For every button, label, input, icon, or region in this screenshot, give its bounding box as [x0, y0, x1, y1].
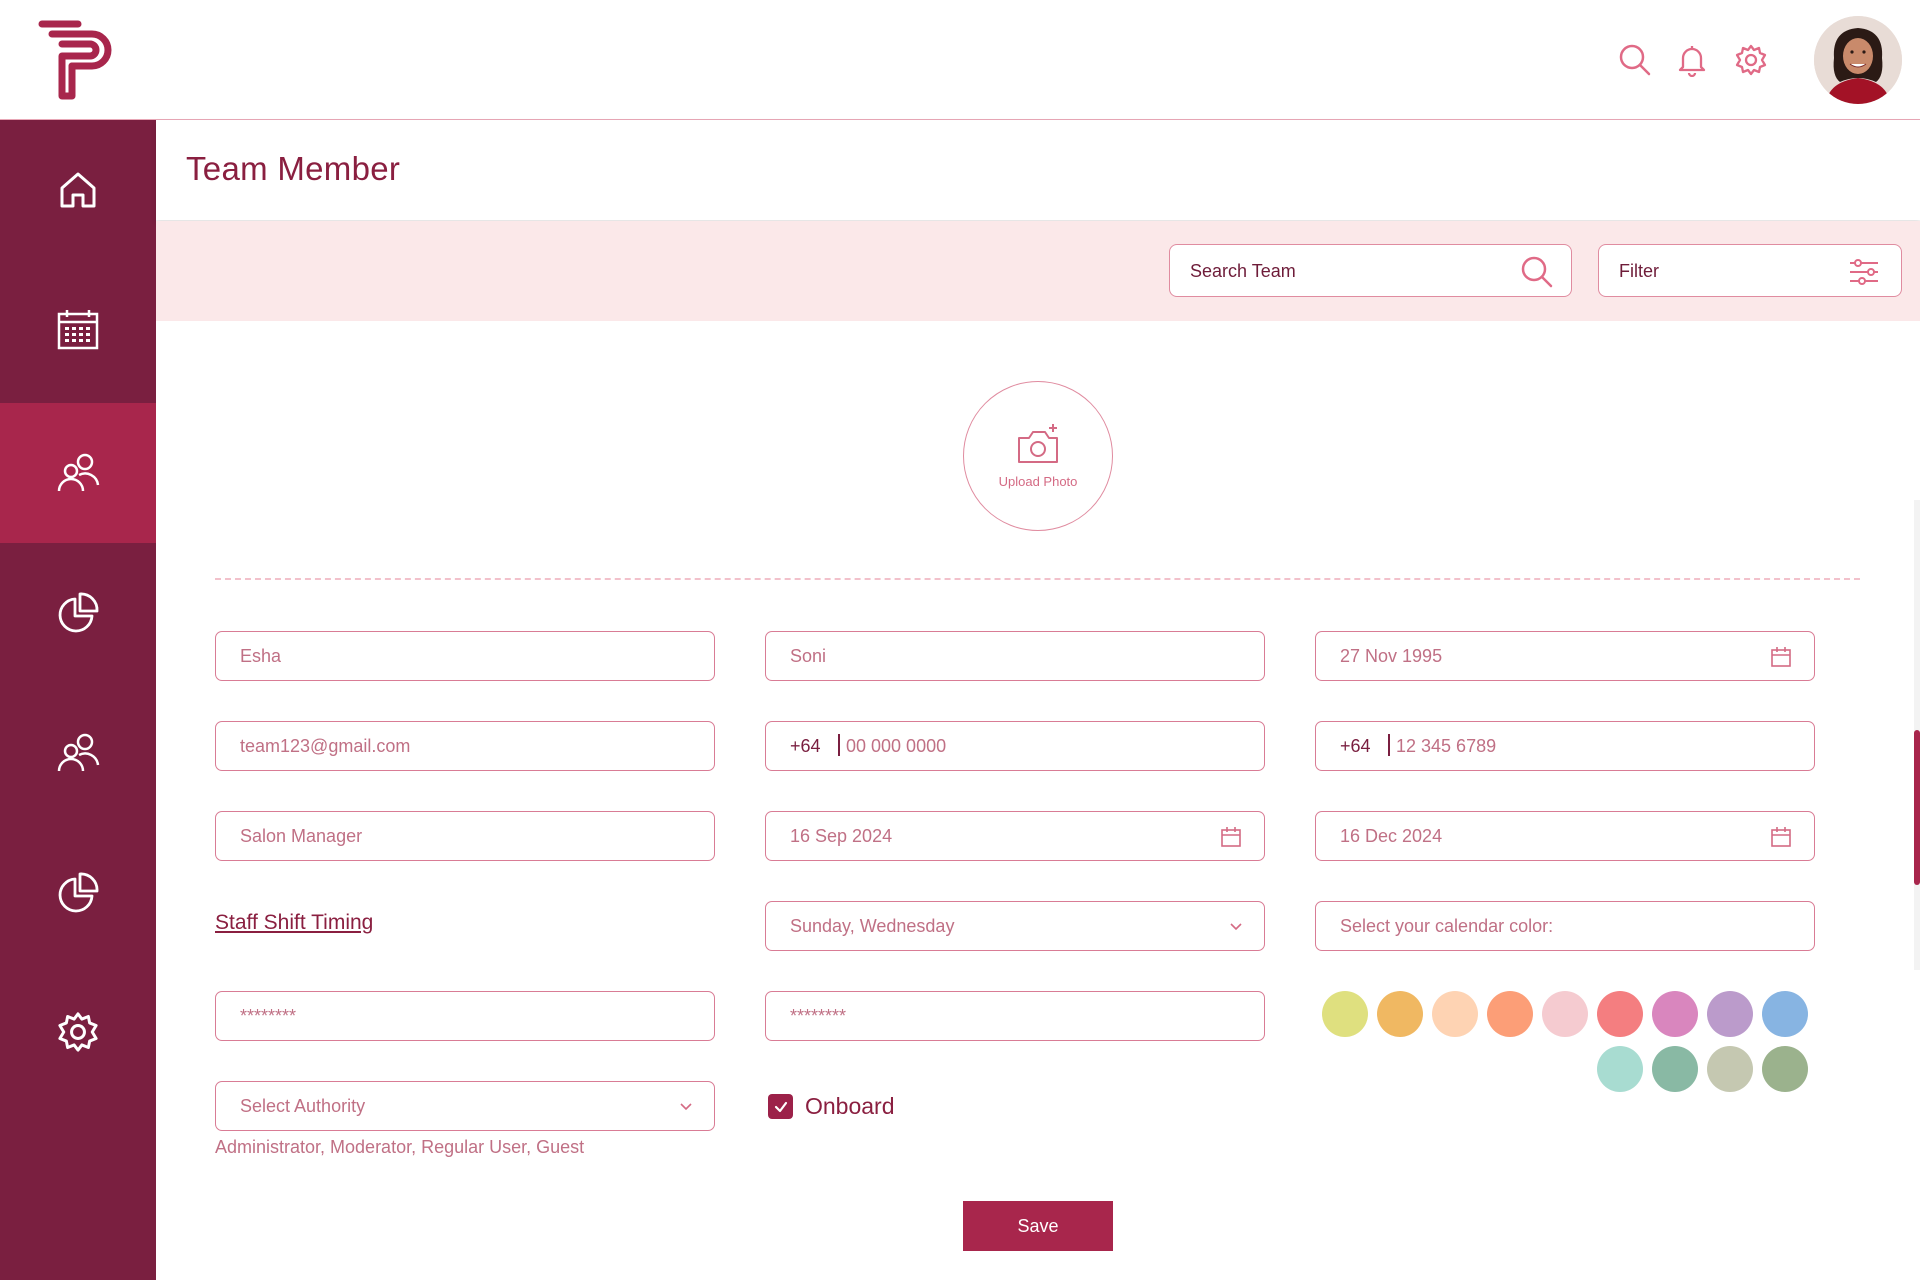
search-team-input[interactable]: Search Team [1169, 244, 1572, 297]
end-date-field[interactable]: 16 Dec 2024 [1315, 811, 1815, 861]
sidebar-item-calendar[interactable] [0, 260, 156, 400]
color-swatch[interactable] [1707, 1046, 1753, 1092]
onboard-checkbox[interactable] [768, 1094, 793, 1119]
shift-days-value: Sunday, Wednesday [790, 916, 955, 936]
color-swatch[interactable] [1322, 991, 1368, 1037]
staff-shift-timing-link[interactable]: Staff Shift Timing [215, 911, 373, 935]
sidebar-item-clients[interactable] [0, 683, 156, 823]
sliders-icon [1850, 259, 1878, 285]
confirm-password-field[interactable]: ******** [765, 991, 1265, 1041]
onboard-label: Onboard [805, 1093, 895, 1119]
calendar-icon[interactable] [1770, 826, 1792, 848]
phone-number-value: 00 000 0000 [846, 736, 947, 756]
dob-value: 27 Nov 1995 [1340, 646, 1443, 666]
authority-options-hint: Administrator, Moderator, Regular User, … [215, 1137, 585, 1157]
password-field[interactable]: ******** [215, 991, 715, 1041]
home-icon [60, 172, 96, 208]
color-swatch[interactable] [1762, 1046, 1808, 1092]
authority-select[interactable]: Select Authority [215, 1081, 715, 1131]
gear-icon[interactable] [1731, 40, 1771, 80]
dob-field[interactable]: 27 Nov 1995 [1315, 631, 1815, 681]
users-icon [57, 733, 100, 772]
role-field[interactable]: Salon Manager [215, 811, 715, 861]
password-value: ******** [240, 1006, 297, 1026]
color-swatch[interactable] [1652, 991, 1698, 1037]
first-name-field[interactable]: Esha [215, 631, 715, 681]
shift-days-select[interactable]: Sunday, Wednesday [765, 901, 1265, 951]
color-swatch[interactable] [1597, 1046, 1643, 1092]
color-swatch[interactable] [1707, 991, 1753, 1037]
calendar-icon[interactable] [1770, 646, 1792, 668]
settings-icon [58, 1012, 98, 1052]
pie-chart-icon [58, 592, 99, 633]
calendar-icon[interactable] [1220, 826, 1242, 848]
phone-field[interactable]: +64 00 000 0000 [765, 721, 1265, 771]
color-swatch[interactable] [1377, 991, 1423, 1037]
analytics-icon [58, 872, 99, 913]
chevron-down-icon [680, 1103, 692, 1111]
brand-logo [38, 20, 112, 100]
email-field[interactable]: team123@gmail.com [215, 721, 715, 771]
scrollbar[interactable] [1914, 500, 1920, 970]
sidebar-item-analytics[interactable] [0, 823, 156, 963]
filter-label: Filter [1619, 261, 1659, 281]
color-swatch[interactable] [1487, 991, 1533, 1037]
alt-phone-separator [1388, 734, 1390, 756]
last-name-value: Soni [790, 646, 827, 666]
alt-phone-number-value: 12 345 6789 [1396, 736, 1497, 756]
start-date-field[interactable]: 16 Sep 2024 [765, 811, 1265, 861]
filter-button[interactable]: Filter [1598, 244, 1902, 297]
email-value: team123@gmail.com [240, 736, 411, 756]
end-date-value: 16 Dec 2024 [1340, 826, 1443, 846]
sidebar-item-settings[interactable] [0, 962, 156, 1102]
sidebar [0, 120, 156, 1280]
user-avatar[interactable] [1814, 16, 1902, 104]
sidebar-item-team[interactable] [0, 403, 156, 543]
color-swatch[interactable] [1432, 991, 1478, 1037]
calendar-color-field[interactable]: Select your calendar color: [1315, 901, 1815, 951]
search-icon[interactable] [1615, 40, 1655, 80]
last-name-field[interactable]: Soni [765, 631, 1265, 681]
role-value: Salon Manager [240, 826, 363, 846]
page-title: Team Member [186, 150, 401, 187]
confirm-password-value: ******** [790, 1006, 847, 1026]
color-swatch[interactable] [1597, 991, 1643, 1037]
color-swatch[interactable] [1542, 991, 1588, 1037]
upload-photo-button[interactable]: Upload Photo [963, 381, 1113, 531]
sidebar-item-reports[interactable] [0, 543, 156, 683]
search-team-label: Search Team [1190, 261, 1296, 281]
scrollbar-thumb[interactable] [1914, 730, 1920, 885]
sidebar-item-home[interactable] [0, 120, 156, 260]
team-icon [57, 453, 100, 492]
check-icon [774, 1101, 787, 1112]
calendar-color-label: Select your calendar color: [1340, 916, 1554, 936]
authority-placeholder: Select Authority [240, 1096, 366, 1116]
upload-photo-label: Upload Photo [998, 474, 1078, 489]
first-name-value: Esha [240, 646, 282, 666]
camera-plus-icon [1018, 424, 1058, 463]
color-swatch[interactable] [1762, 991, 1808, 1037]
phone-country-code[interactable]: +64 [790, 736, 821, 757]
color-swatch[interactable] [1652, 1046, 1698, 1092]
calendar-icon [57, 310, 99, 350]
alt-phone-country-code[interactable]: +64 [1340, 736, 1371, 757]
start-date-value: 16 Sep 2024 [790, 826, 893, 846]
alt-phone-field[interactable]: +64 12 345 6789 [1315, 721, 1815, 771]
bell-icon[interactable] [1672, 40, 1712, 80]
save-button[interactable]: Save [963, 1201, 1113, 1251]
page-header: Team Member [156, 120, 1920, 220]
chevron-down-icon [1230, 923, 1242, 931]
search-icon[interactable] [1520, 255, 1554, 289]
app: Team Member Search Team Filter Upload Ph… [0, 0, 1920, 1280]
section-divider [215, 578, 1860, 580]
top-bar [0, 0, 1920, 120]
phone-separator [838, 734, 840, 756]
